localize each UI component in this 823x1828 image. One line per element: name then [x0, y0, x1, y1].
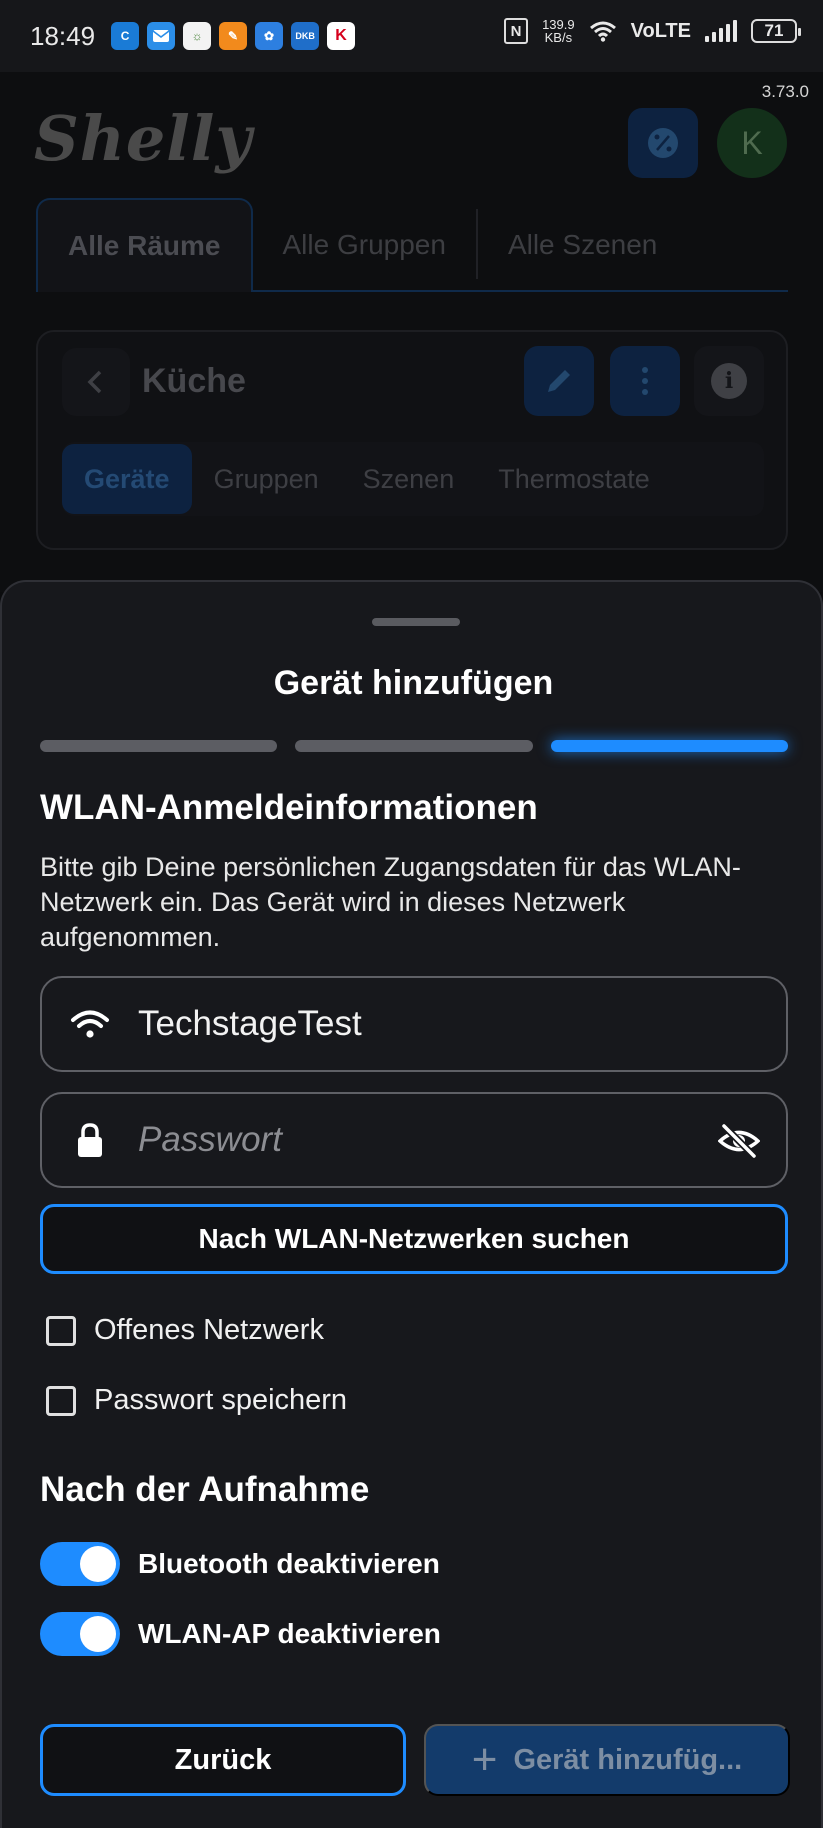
toggle-password-visibility[interactable]: [717, 1122, 761, 1165]
edit-room-button[interactable]: [524, 346, 594, 416]
add-device-sheet: Gerät hinzufügen WLAN-Anmeldeinformation…: [0, 580, 823, 1828]
sheet-drag-handle[interactable]: [372, 618, 460, 626]
save-password-checkbox[interactable]: [46, 1385, 76, 1416]
room-more-button[interactable]: [610, 346, 680, 416]
disable-ap-toggle[interactable]: [40, 1612, 120, 1656]
nfc-icon: N: [504, 18, 529, 44]
shelly-logo: Shelly: [34, 102, 253, 175]
sync-app-icon: C: [111, 22, 140, 50]
open-network-option[interactable]: Offenes Netzwerk: [46, 1314, 324, 1347]
volte-indicator: VoLTE: [630, 19, 691, 42]
step-indicator-2: [295, 740, 533, 752]
discount-badge-icon: [648, 128, 678, 158]
ssid-value: TechstageTest: [138, 1004, 362, 1043]
password-input[interactable]: [138, 1120, 698, 1160]
chevron-left-icon: [87, 370, 102, 394]
eye-off-icon: [717, 1123, 761, 1159]
toggle-knob: [80, 1546, 116, 1582]
pencil-app-icon: ✎: [219, 22, 248, 50]
add-device-button[interactable]: + Gerät hinzufüg...: [424, 1724, 790, 1796]
avatar-initial: K: [741, 124, 763, 161]
sheet-title: Gerät hinzufügen: [273, 664, 554, 702]
disable-bluetooth-label: Bluetooth deaktivieren: [138, 1548, 440, 1579]
disable-bluetooth-toggle[interactable]: [40, 1542, 120, 1586]
info-icon: i: [711, 363, 747, 399]
add-device-label: Gerät hinzufüg...: [513, 1743, 743, 1776]
disable-bluetooth-option[interactable]: Bluetooth deaktivieren: [40, 1542, 440, 1586]
more-vertical-icon: [642, 367, 648, 395]
battery-icon: 71: [751, 19, 801, 43]
wifi-icon: [71, 1010, 109, 1038]
top-tabs: Alle Räume Alle Gruppen Alle Szenen: [36, 198, 788, 292]
subtab-groups[interactable]: Gruppen: [192, 444, 341, 514]
wifi-section-title: WLAN-Anmeldeinformationen: [40, 788, 538, 827]
tab-all-groups[interactable]: Alle Gruppen: [253, 198, 476, 292]
avatar[interactable]: K: [717, 108, 787, 178]
open-network-checkbox[interactable]: [46, 1315, 76, 1346]
subtab-scenes[interactable]: Szenen: [341, 444, 477, 514]
tab-all-scenes[interactable]: Alle Szenen: [478, 198, 687, 292]
save-password-label: Passwort speichern: [94, 1384, 348, 1416]
disable-ap-option[interactable]: WLAN-AP deaktivieren: [40, 1612, 441, 1656]
mail-app-icon: [147, 22, 176, 50]
lock-icon: [78, 1123, 102, 1157]
room-subtabs: Geräte Gruppen Szenen Thermostate: [62, 442, 764, 516]
back-button[interactable]: Zurück: [40, 1724, 406, 1796]
step-indicator-3: [550, 740, 788, 752]
notification-icons: C ☼ ✎ ✿ DKB K: [111, 22, 356, 50]
subtab-devices[interactable]: Geräte: [62, 444, 192, 514]
after-section-title: Nach der Aufnahme: [40, 1470, 370, 1509]
subtab-thermostats[interactable]: Thermostate: [476, 444, 672, 514]
status-bar: 18:49 C ☼ ✎ ✿ DKB K N 139.9 KB/s VoLTE 7…: [0, 0, 823, 72]
step-indicator-1: [40, 740, 278, 752]
room-title: Küche: [142, 362, 246, 400]
disable-ap-label: WLAN-AP deaktivieren: [138, 1618, 441, 1649]
weather-app-icon: ☼: [183, 22, 212, 50]
ssid-field[interactable]: TechstageTest: [40, 976, 788, 1072]
pencil-icon: [548, 370, 570, 392]
open-network-label: Offenes Netzwerk: [94, 1314, 324, 1346]
plus-icon: +: [471, 1735, 498, 1784]
speed-unit: KB/s: [544, 30, 573, 45]
status-time: 18:49: [30, 20, 96, 51]
dkb-app-icon: DKB: [291, 22, 320, 50]
signal-icon: [705, 20, 737, 42]
room-info-button[interactable]: i: [694, 346, 764, 416]
kaufland-app-icon: K: [327, 22, 356, 50]
room-card: Küche i Geräte Gruppen Szenen Thermostat…: [36, 330, 788, 550]
wifi-description: Bitte gib Deine persönlichen Zugangsdate…: [40, 852, 741, 952]
pinwheel-app-icon: ✿: [255, 22, 284, 50]
save-password-option[interactable]: Passwort speichern: [46, 1384, 347, 1417]
password-field[interactable]: [40, 1092, 788, 1188]
tab-all-rooms[interactable]: Alle Räume: [36, 198, 253, 292]
step-progress: [40, 740, 788, 752]
network-speed: 139.9 KB/s: [542, 18, 575, 44]
promo-button[interactable]: [628, 108, 698, 178]
app-version: 3.73.0: [761, 82, 809, 101]
wifi-status-icon: [589, 21, 616, 42]
app-background: 3.73.0 Shelly K Alle Räume Alle Gruppen …: [0, 72, 823, 592]
room-back-button[interactable]: [62, 348, 130, 416]
scan-networks-button[interactable]: Nach WLAN-Netzwerken suchen: [40, 1204, 788, 1274]
battery-level: 71: [764, 21, 784, 40]
toggle-knob: [80, 1616, 116, 1652]
